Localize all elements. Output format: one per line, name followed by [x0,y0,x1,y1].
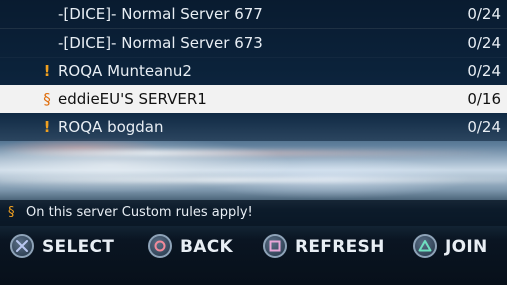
server-name: ROQA Munteanu2 [58,62,192,80]
join-label: JOIN [445,237,488,257]
server-name: -[DICE]- Normal Server 677 [58,5,263,23]
server-row[interactable]: ! ROQA bogdan 0/24 [0,113,507,141]
select-label: SELECT [42,237,115,257]
server-row-selected[interactable]: § eddieEU'S SERVER1 0/16 [0,85,507,113]
server-row[interactable]: -[DICE]- Normal Server 673 0/24 [0,29,507,57]
background-light-streak [0,150,507,156]
exclamation-icon: ! [43,62,51,80]
server-player-count: 0/16 [467,90,501,108]
background-light-streak [0,178,507,182]
cross-button-icon [10,234,34,258]
server-info-text: On this server Custom rules apply! [26,205,253,220]
server-player-count: 0/24 [467,5,501,23]
exclamation-icon: ! [43,118,51,136]
circle-button-icon [148,234,172,258]
back-label: BACK [180,237,233,257]
server-player-count: 0/24 [467,34,501,52]
custom-rules-icon: § [43,90,51,108]
server-name: -[DICE]- Normal Server 673 [58,34,263,52]
server-row[interactable]: -[DICE]- Normal Server 677 0/24 [0,0,507,28]
square-button-icon [263,234,287,258]
button-prompt-bar: SELECT BACK REFRESH JOIN [0,230,507,265]
server-name: ROQA bogdan [58,118,164,136]
server-player-count: 0/24 [467,62,501,80]
refresh-label: REFRESH [295,237,385,257]
server-row[interactable]: ! ROQA Munteanu2 0/24 [0,57,507,85]
server-player-count: 0/24 [467,118,501,136]
custom-rules-icon: § [8,205,15,220]
triangle-button-icon [413,234,437,258]
server-info-bar: § On this server Custom rules apply! [0,200,507,226]
server-name: eddieEU'S SERVER1 [58,90,207,108]
